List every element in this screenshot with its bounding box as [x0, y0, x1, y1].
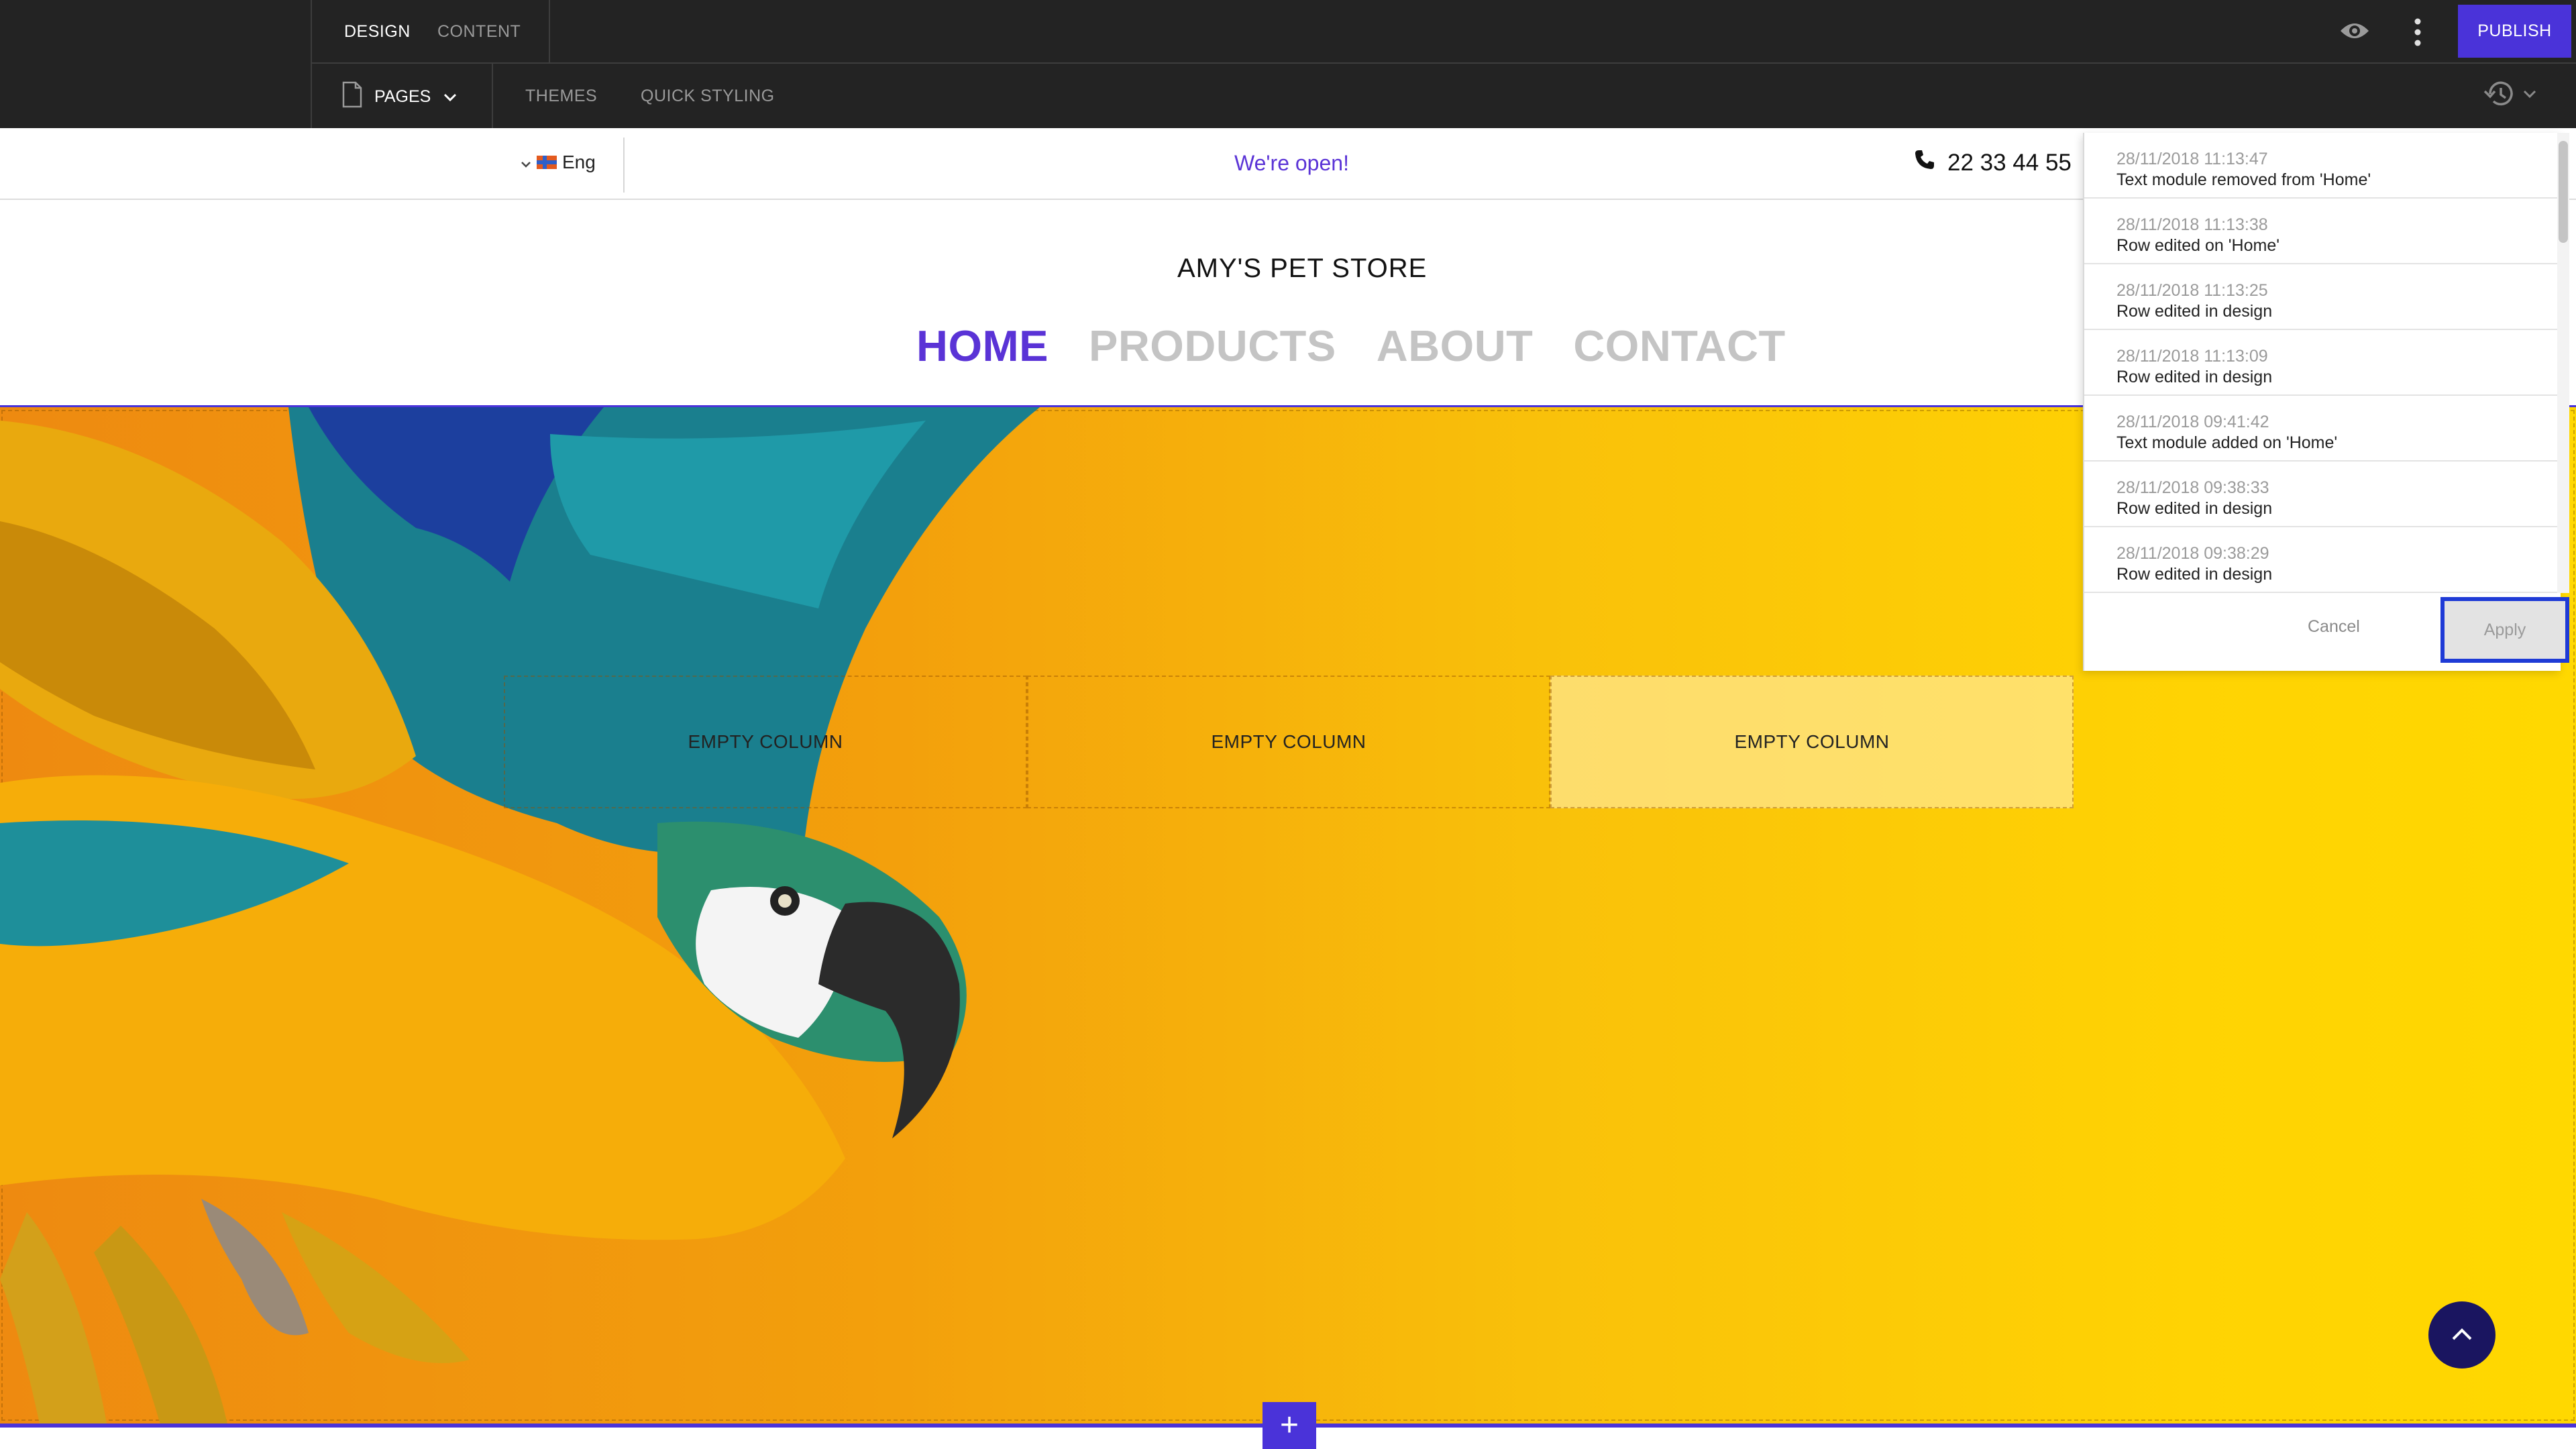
- history-description: Row edited in design: [2116, 368, 2273, 386]
- topbar-divider: [623, 138, 625, 193]
- history-timestamp: 28/11/2018 11:13:09: [2116, 347, 2268, 366]
- nav-item-about[interactable]: ABOUT: [1377, 321, 1534, 371]
- phone-contact[interactable]: 22 33 44 55: [1914, 149, 2072, 176]
- quick-styling-link[interactable]: QUICK STYLING: [641, 86, 775, 106]
- empty-column[interactable]: EMPTY COLUMN: [504, 676, 1027, 808]
- phone-icon: [1914, 149, 1935, 176]
- chevron-down-icon: [443, 87, 458, 107]
- history-dropdown-button[interactable]: [2482, 79, 2537, 112]
- themes-link[interactable]: THEMES: [525, 86, 597, 106]
- history-description: Row edited in design: [2116, 302, 2273, 321]
- history-timestamp: 28/11/2018 11:13:38: [2116, 215, 2268, 234]
- history-scrollbar[interactable]: [2559, 141, 2568, 243]
- history-description: Text module added on 'Home': [2116, 433, 2338, 452]
- tab-content[interactable]: CONTENT: [437, 21, 521, 42]
- apply-button[interactable]: Apply: [2440, 597, 2569, 663]
- document-icon: [342, 81, 362, 113]
- empty-columns-row: EMPTY COLUMN EMPTY COLUMN EMPTY COLUMN: [504, 676, 2074, 808]
- nav-item-home[interactable]: HOME: [916, 321, 1049, 371]
- editor-toolbar: [0, 0, 2576, 128]
- history-item[interactable]: 28/11/2018 09:41:42 Text module added on…: [2084, 396, 2562, 462]
- history-list: 28/11/2018 11:13:47 Text module removed …: [2084, 133, 2562, 593]
- toolbar-divider: [549, 0, 550, 62]
- history-item[interactable]: 28/11/2018 11:13:38 Row edited on 'Home': [2084, 199, 2562, 264]
- chevron-down-icon: [2522, 89, 2537, 102]
- history-description: Row edited in design: [2116, 499, 2273, 518]
- publish-button[interactable]: PUBLISH: [2458, 5, 2571, 58]
- kebab-menu-icon[interactable]: [2411, 17, 2424, 50]
- history-timestamp: 28/11/2018 11:13:25: [2116, 281, 2268, 300]
- flag-icon: [537, 156, 557, 169]
- empty-column[interactable]: EMPTY COLUMN: [1550, 676, 2074, 808]
- language-selector[interactable]: Eng: [521, 152, 596, 173]
- history-description: Row edited on 'Home': [2116, 236, 2280, 255]
- cancel-button[interactable]: Cancel: [2308, 617, 2360, 637]
- history-description: Text module removed from 'Home': [2116, 170, 2371, 189]
- announcement-text: We're open!: [1234, 151, 1349, 175]
- tab-design[interactable]: DESIGN: [344, 21, 411, 42]
- history-description: Row edited in design: [2116, 565, 2273, 584]
- eye-icon[interactable]: [2339, 19, 2370, 46]
- pages-dropdown-button[interactable]: PAGES: [342, 81, 458, 109]
- add-row-button[interactable]: +: [1263, 1402, 1316, 1449]
- chevron-up-icon: [2451, 1327, 2473, 1344]
- pages-label: PAGES: [374, 87, 431, 106]
- history-item[interactable]: 28/11/2018 11:13:09 Row edited in design: [2084, 330, 2562, 396]
- history-timestamp: 28/11/2018 09:41:42: [2116, 413, 2269, 431]
- toolbar-divider: [311, 0, 312, 128]
- phone-number: 22 33 44 55: [1947, 149, 2072, 176]
- history-item[interactable]: 28/11/2018 09:38:29 Row edited in design: [2084, 527, 2562, 593]
- history-item[interactable]: 28/11/2018 09:38:33 Row edited in design: [2084, 462, 2562, 527]
- history-timestamp: 28/11/2018 11:13:47: [2116, 150, 2268, 168]
- history-panel: 28/11/2018 11:13:47 Text module removed …: [2083, 133, 2562, 671]
- toolbar-divider: [311, 62, 2576, 64]
- empty-column[interactable]: EMPTY COLUMN: [1027, 676, 1550, 808]
- parrot-image: [0, 407, 1040, 1424]
- history-timestamp: 28/11/2018 09:38:29: [2116, 544, 2269, 563]
- scroll-to-top-button[interactable]: [2428, 1301, 2496, 1368]
- nav-item-contact[interactable]: CONTACT: [1573, 321, 1785, 371]
- main-navigation: HOME PRODUCTS ABOUT CONTACT: [916, 321, 1786, 371]
- language-label: Eng: [562, 152, 596, 172]
- nav-item-products[interactable]: PRODUCTS: [1089, 321, 1336, 371]
- history-item[interactable]: 28/11/2018 11:13:25 Row edited in design: [2084, 264, 2562, 330]
- toolbar-divider: [492, 64, 493, 128]
- history-item[interactable]: 28/11/2018 11:13:47 Text module removed …: [2084, 133, 2562, 199]
- chevron-down-icon: [521, 152, 531, 173]
- history-icon: [2482, 79, 2514, 112]
- editor-logo-area: [0, 0, 311, 128]
- history-timestamp: 28/11/2018 09:38:33: [2116, 478, 2269, 497]
- store-name: AMY'S PET STORE: [1177, 254, 1428, 283]
